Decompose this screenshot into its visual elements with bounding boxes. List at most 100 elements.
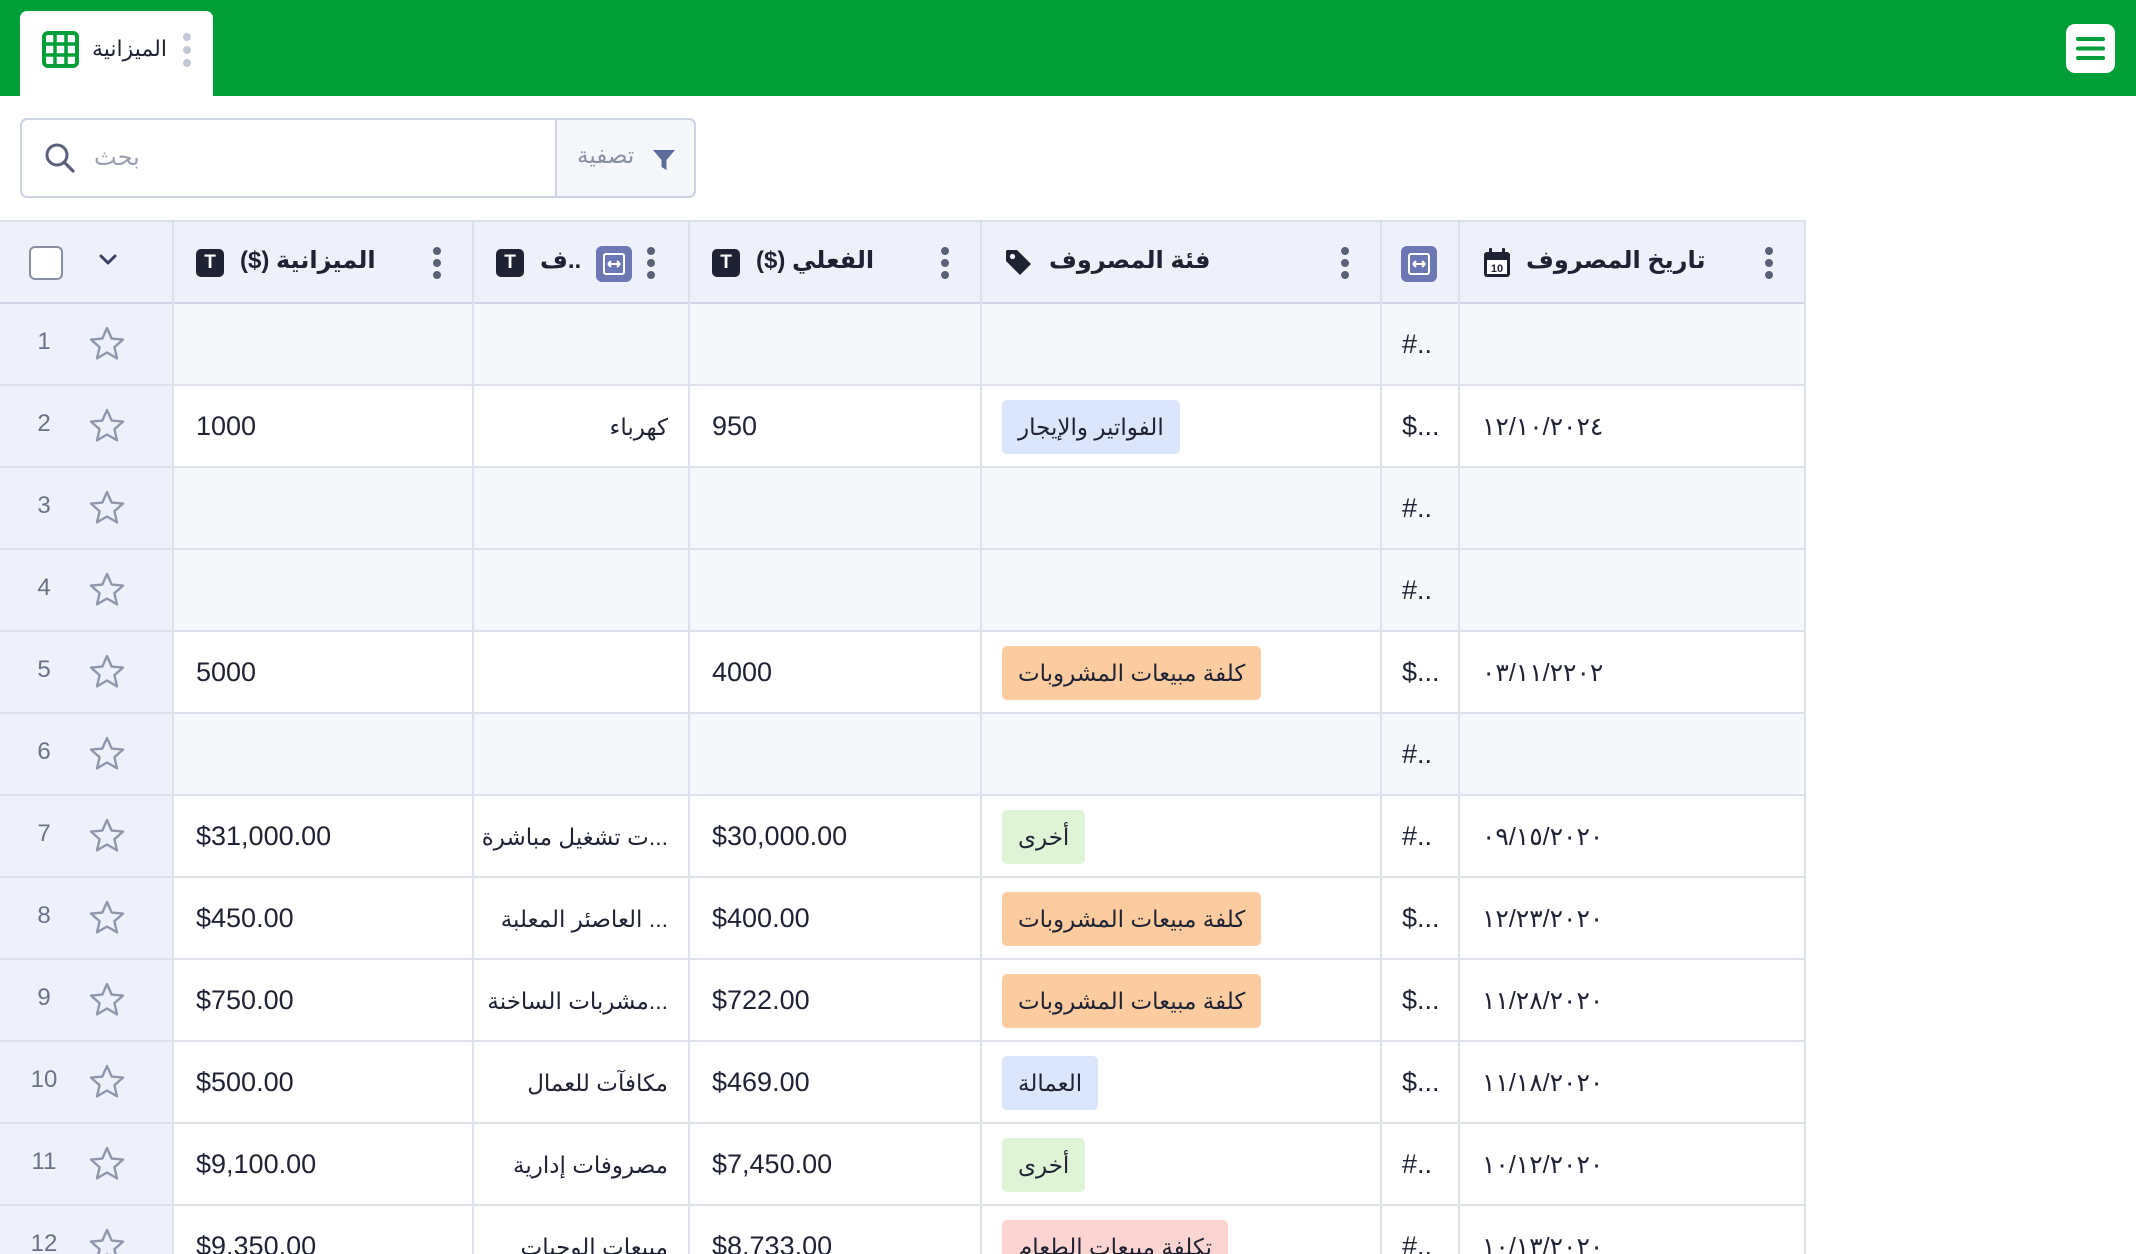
cell-item[interactable] <box>474 632 688 714</box>
filter-button[interactable]: تصفية <box>555 118 696 198</box>
hamburger-menu-button[interactable] <box>2066 24 2115 73</box>
header-item[interactable]: T ..ف <box>474 222 688 304</box>
cell-date[interactable] <box>1460 468 1804 550</box>
column-width-icon[interactable] <box>596 246 632 282</box>
header-date[interactable]: 10 تاريخ المصروف <box>1460 222 1804 304</box>
column-menu-icon[interactable] <box>432 246 442 280</box>
star-icon[interactable] <box>88 735 126 778</box>
cell-category[interactable] <box>982 714 1380 796</box>
cell-collapsed[interactable]: #.. <box>1382 550 1458 632</box>
cell-category[interactable] <box>982 550 1380 632</box>
cell-date[interactable]: ١١/٢٨/٢٠٢٠ <box>1460 960 1804 1042</box>
column-menu-icon[interactable] <box>1764 246 1774 280</box>
cell-collapsed[interactable]: #.. <box>1382 1206 1458 1254</box>
cell-collapsed[interactable]: $... <box>1382 386 1458 468</box>
cell-item[interactable]: مبيعات الوجبات <box>474 1206 688 1254</box>
cell-collapsed[interactable]: $... <box>1382 1042 1458 1124</box>
cell-budget[interactable]: $9,350.00 <box>174 1206 472 1254</box>
star-icon[interactable] <box>88 981 126 1024</box>
cell-item[interactable] <box>474 550 688 632</box>
column-width-icon[interactable] <box>1401 246 1437 282</box>
cell-collapsed[interactable]: #.. <box>1382 714 1458 796</box>
cell-item[interactable] <box>474 468 688 550</box>
search-icon[interactable] <box>44 142 76 174</box>
cell-category[interactable] <box>982 304 1380 386</box>
cell-category[interactable]: كلفة مبيعات المشروبات <box>982 878 1380 960</box>
cell-actual[interactable] <box>690 468 980 550</box>
cell-budget[interactable] <box>174 304 472 386</box>
star-icon[interactable] <box>88 489 126 532</box>
cell-date[interactable]: ١٠/١٣/٢٠٢٠ <box>1460 1206 1804 1254</box>
chevron-down-icon[interactable] <box>97 248 119 270</box>
tab-more-icon[interactable] <box>182 32 192 68</box>
star-icon[interactable] <box>88 1145 126 1188</box>
cell-budget[interactable]: 5000 <box>174 632 472 714</box>
star-icon[interactable] <box>88 653 126 696</box>
select-all-checkbox[interactable] <box>29 246 63 280</box>
cell-collapsed[interactable]: #.. <box>1382 796 1458 878</box>
cell-collapsed[interactable]: #.. <box>1382 468 1458 550</box>
cell-category[interactable]: أخرى <box>982 796 1380 878</box>
cell-budget[interactable]: $450.00 <box>174 878 472 960</box>
cell-budget[interactable]: $500.00 <box>174 1042 472 1124</box>
cell-date[interactable]: ٠٣/١١/٢٢٠٢ <box>1460 632 1804 714</box>
cell-category[interactable]: كلفة مبيعات المشروبات <box>982 960 1380 1042</box>
cell-actual[interactable]: $722.00 <box>690 960 980 1042</box>
cell-category[interactable]: تكلفة مبيعات الطعام <box>982 1206 1380 1254</box>
cell-actual[interactable]: 950 <box>690 386 980 468</box>
star-icon[interactable] <box>88 817 126 860</box>
cell-collapsed[interactable]: $... <box>1382 878 1458 960</box>
cell-actual[interactable] <box>690 304 980 386</box>
header-actual[interactable]: T الفعلي ($) <box>690 222 980 304</box>
cell-collapsed[interactable]: #.. <box>1382 1124 1458 1206</box>
cell-item[interactable]: ... العاصئر المعلبة <box>474 878 688 960</box>
cell-category[interactable]: كلفة مبيعات المشروبات <box>982 632 1380 714</box>
cell-category[interactable]: أخرى <box>982 1124 1380 1206</box>
cell-date[interactable]: ١٢/٢٣/٢٠٢٠ <box>1460 878 1804 960</box>
cell-date[interactable] <box>1460 714 1804 796</box>
cell-budget[interactable]: $750.00 <box>174 960 472 1042</box>
cell-category[interactable] <box>982 468 1380 550</box>
cell-budget[interactable]: $31,000.00 <box>174 796 472 878</box>
cell-actual[interactable]: $30,000.00 <box>690 796 980 878</box>
star-icon[interactable] <box>88 899 126 942</box>
cell-date[interactable]: ٠٩/١٥/٢٠٢٠ <box>1460 796 1804 878</box>
cell-budget[interactable]: $9,100.00 <box>174 1124 472 1206</box>
star-icon[interactable] <box>88 1063 126 1106</box>
header-budget[interactable]: T الميزانية ($) <box>174 222 472 304</box>
header-category[interactable]: فئة المصروف <box>982 222 1380 304</box>
header-collapsed[interactable] <box>1382 222 1458 304</box>
cell-budget[interactable] <box>174 714 472 796</box>
cell-collapsed[interactable]: $... <box>1382 632 1458 714</box>
cell-date[interactable]: ١٠/١٢/٢٠٢٠ <box>1460 1124 1804 1206</box>
cell-item[interactable]: ...ت تشغيل مباشرة <box>474 796 688 878</box>
cell-actual[interactable]: $469.00 <box>690 1042 980 1124</box>
cell-collapsed[interactable]: #.. <box>1382 304 1458 386</box>
cell-date[interactable]: ١٢/١٠/٢٠٢٤ <box>1460 386 1804 468</box>
cell-date[interactable] <box>1460 550 1804 632</box>
cell-date[interactable] <box>1460 304 1804 386</box>
cell-actual[interactable]: $7,450.00 <box>690 1124 980 1206</box>
cell-budget[interactable] <box>174 550 472 632</box>
cell-actual[interactable]: $400.00 <box>690 878 980 960</box>
cell-category[interactable]: العمالة <box>982 1042 1380 1124</box>
cell-budget[interactable] <box>174 468 472 550</box>
cell-item[interactable] <box>474 714 688 796</box>
cell-item[interactable]: ...مشربات الساخنة <box>474 960 688 1042</box>
star-icon[interactable] <box>88 407 126 450</box>
column-menu-icon[interactable] <box>646 246 656 280</box>
cell-date[interactable]: ١١/١٨/٢٠٢٠ <box>1460 1042 1804 1124</box>
star-icon[interactable] <box>88 571 126 614</box>
cell-category[interactable]: الفواتير والإيجار <box>982 386 1380 468</box>
cell-item[interactable]: مكافآت للعمال <box>474 1042 688 1124</box>
column-menu-icon[interactable] <box>940 246 950 280</box>
cell-actual[interactable] <box>690 714 980 796</box>
cell-item[interactable] <box>474 304 688 386</box>
cell-item[interactable]: مصروفات إدارية <box>474 1124 688 1206</box>
cell-collapsed[interactable]: $... <box>1382 960 1458 1042</box>
cell-budget[interactable]: 1000 <box>174 386 472 468</box>
cell-actual[interactable] <box>690 550 980 632</box>
star-icon[interactable] <box>88 325 126 368</box>
tab-budget[interactable]: الميزانية <box>20 11 213 96</box>
cell-actual[interactable]: 4000 <box>690 632 980 714</box>
